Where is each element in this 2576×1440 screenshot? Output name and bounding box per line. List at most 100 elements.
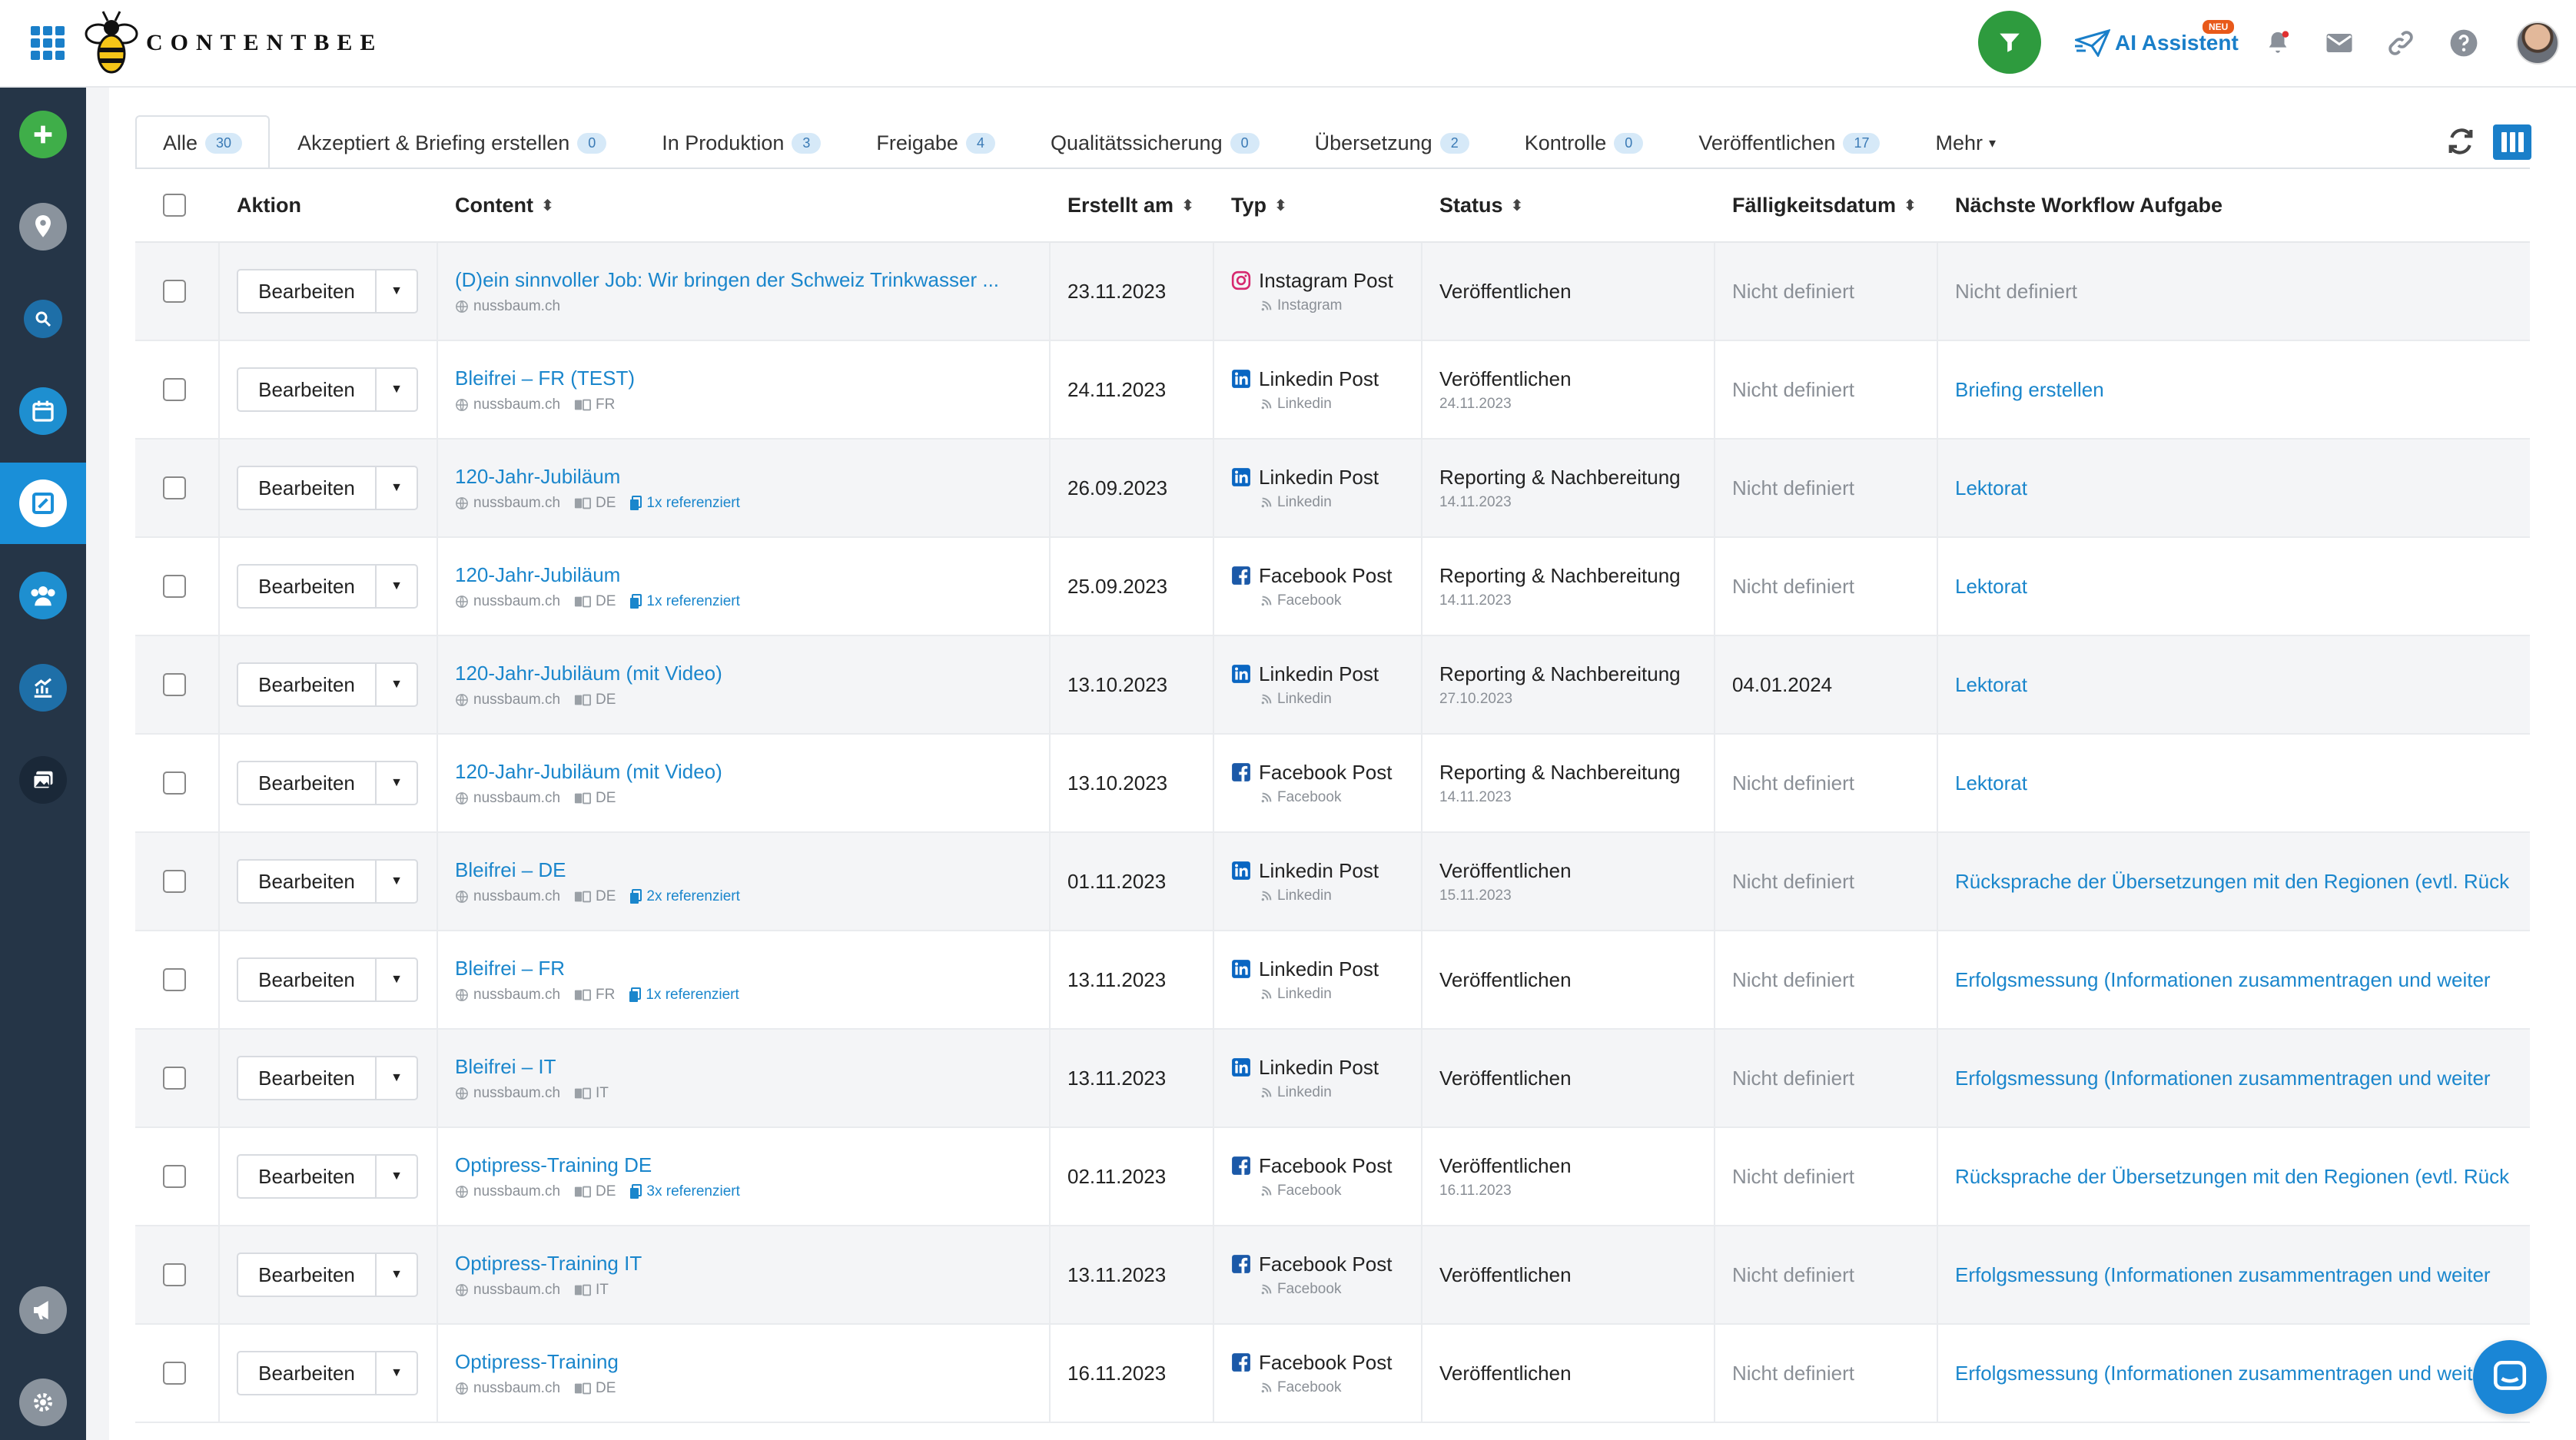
tab-7[interactable]: Veröffentlichen 17: [1671, 115, 1907, 169]
content-title-link[interactable]: 120-Jahr-Jubiläum (mit Video): [455, 662, 1049, 685]
edit-button[interactable]: Bearbeiten: [238, 1057, 377, 1099]
edit-button[interactable]: Bearbeiten: [238, 566, 377, 607]
content-title-link[interactable]: Bleifrei – IT: [455, 1055, 1049, 1079]
row-checkbox[interactable]: [163, 771, 186, 795]
sidebar-item-media[interactable]: [0, 739, 86, 821]
tab-3[interactable]: Freigabe 4: [848, 115, 1023, 169]
select-all-checkbox[interactable]: [163, 194, 186, 217]
edit-button[interactable]: Bearbeiten: [238, 1352, 377, 1394]
sidebar-item-announcements[interactable]: [0, 1269, 86, 1351]
content-title-link[interactable]: 120-Jahr-Jubiläum: [455, 563, 1049, 587]
row-checkbox[interactable]: [163, 1362, 186, 1385]
edit-button[interactable]: Bearbeiten: [238, 369, 377, 410]
help-button[interactable]: [2448, 28, 2479, 58]
reference-link[interactable]: 1x referenziert: [629, 495, 740, 512]
next-task-link[interactable]: Erfolgsmessung (Informationen zusammentr…: [1955, 1067, 2530, 1090]
next-task-link[interactable]: Rücksprache der Übersetzungen mit den Re…: [1955, 870, 2530, 894]
content-title-link[interactable]: 120-Jahr-Jubiläum: [455, 465, 1049, 489]
sidebar-item-settings[interactable]: [0, 1362, 86, 1440]
caret-down-icon[interactable]: ▼: [377, 566, 417, 607]
content-title-link[interactable]: Bleifrei – FR (TEST): [455, 367, 1049, 390]
content-title-link[interactable]: Optipress-Training: [455, 1350, 1049, 1374]
caret-down-icon[interactable]: ▼: [377, 467, 417, 509]
row-checkbox[interactable]: [163, 1165, 186, 1188]
caret-down-icon[interactable]: ▼: [377, 1352, 417, 1394]
columns-button[interactable]: [2493, 124, 2531, 160]
row-checkbox[interactable]: [163, 673, 186, 696]
caret-down-icon[interactable]: ▼: [377, 1254, 417, 1296]
edit-button[interactable]: Bearbeiten: [238, 467, 377, 509]
next-task-link[interactable]: Lektorat: [1955, 476, 2530, 500]
content-title-link[interactable]: (D)ein sinnvoller Job: Wir bringen der S…: [455, 268, 1049, 292]
user-avatar[interactable]: [2516, 22, 2559, 65]
next-task-link[interactable]: Rücksprache der Übersetzungen mit den Re…: [1955, 1165, 2530, 1189]
row-checkbox[interactable]: [163, 1067, 186, 1090]
links-button[interactable]: [2385, 28, 2416, 58]
caret-down-icon[interactable]: ▼: [377, 664, 417, 705]
reference-link[interactable]: 3x referenziert: [629, 1183, 740, 1200]
sidebar-item-content[interactable]: [0, 463, 86, 544]
notifications-button[interactable]: [2262, 28, 2293, 58]
messages-button[interactable]: [2324, 28, 2355, 58]
next-task-link[interactable]: Erfolgsmessung (Informationen zusammentr…: [1955, 1362, 2530, 1385]
tab-1[interactable]: Akzeptiert & Briefing erstellen 0: [270, 115, 634, 169]
next-task-link[interactable]: Lektorat: [1955, 575, 2530, 599]
reference-link[interactable]: 1x referenziert: [629, 987, 739, 1004]
row-checkbox[interactable]: [163, 968, 186, 991]
chat-button[interactable]: [2473, 1340, 2547, 1414]
caret-down-icon[interactable]: ▼: [377, 1057, 417, 1099]
edit-button[interactable]: Bearbeiten: [238, 762, 377, 804]
caret-down-icon[interactable]: ▼: [377, 762, 417, 804]
column-content[interactable]: Content ⬍: [438, 194, 1051, 217]
next-task-link[interactable]: Erfolgsmessung (Informationen zusammentr…: [1955, 1263, 2530, 1287]
tab-8[interactable]: Mehr ▾: [1907, 115, 2023, 169]
tab-6[interactable]: Kontrolle 0: [1497, 115, 1671, 169]
edit-button[interactable]: Bearbeiten: [238, 861, 377, 902]
row-checkbox[interactable]: [163, 870, 186, 893]
caret-down-icon[interactable]: ▼: [377, 270, 417, 312]
next-task-link[interactable]: Erfolgsmessung (Informationen zusammentr…: [1955, 968, 2530, 992]
sidebar-item-calendar[interactable]: [0, 370, 86, 452]
logo[interactable]: CONTENTBEE: [81, 8, 383, 78]
row-checkbox[interactable]: [163, 280, 186, 303]
content-title-link[interactable]: Bleifrei – DE: [455, 858, 1049, 882]
caret-down-icon[interactable]: ▼: [377, 1156, 417, 1197]
next-task-link[interactable]: Lektorat: [1955, 771, 2530, 795]
sidebar-item-search[interactable]: [0, 278, 86, 360]
content-title-link[interactable]: Bleifrei – FR: [455, 957, 1049, 980]
sidebar-item-analytics[interactable]: [0, 647, 86, 728]
tab-0[interactable]: Alle 30: [135, 115, 271, 169]
edit-button[interactable]: Bearbeiten: [238, 959, 377, 1000]
content-title-link[interactable]: Optipress-Training IT: [455, 1252, 1049, 1276]
reference-link[interactable]: 1x referenziert: [629, 593, 740, 610]
caret-down-icon[interactable]: ▼: [377, 369, 417, 410]
sidebar-item-add[interactable]: [0, 94, 86, 175]
edit-button[interactable]: Bearbeiten: [238, 270, 377, 312]
row-checkbox[interactable]: [163, 476, 186, 499]
column-created[interactable]: Erstellt am ⬍: [1051, 194, 1214, 217]
content-title-link[interactable]: 120-Jahr-Jubiläum (mit Video): [455, 760, 1049, 784]
caret-down-icon[interactable]: ▼: [377, 959, 417, 1000]
row-checkbox[interactable]: [163, 378, 186, 401]
next-task-link[interactable]: Lektorat: [1955, 673, 2530, 697]
content-title-link[interactable]: Optipress-Training DE: [455, 1153, 1049, 1177]
edit-button[interactable]: Bearbeiten: [238, 1156, 377, 1197]
tab-5[interactable]: Übersetzung 2: [1287, 115, 1497, 169]
filter-button[interactable]: [1978, 11, 2041, 74]
apps-grid-icon[interactable]: [31, 26, 65, 60]
caret-down-icon[interactable]: ▼: [377, 861, 417, 902]
tab-4[interactable]: Qualitätssicherung 0: [1023, 115, 1287, 169]
column-type[interactable]: Typ ⬍: [1214, 194, 1422, 217]
sidebar-item-team[interactable]: [0, 555, 86, 636]
edit-button[interactable]: Bearbeiten: [238, 1254, 377, 1296]
sidebar-item-location[interactable]: [0, 186, 86, 267]
row-checkbox[interactable]: [163, 575, 186, 598]
refresh-button[interactable]: [2445, 126, 2476, 157]
row-checkbox[interactable]: [163, 1263, 186, 1286]
tab-2[interactable]: In Produktion 3: [634, 115, 848, 169]
edit-button[interactable]: Bearbeiten: [238, 664, 377, 705]
reference-link[interactable]: 2x referenziert: [629, 888, 740, 905]
next-task-link[interactable]: Briefing erstellen: [1955, 378, 2530, 402]
column-due[interactable]: Fälligkeitsdatum ⬍: [1715, 194, 1938, 217]
column-status[interactable]: Status ⬍: [1422, 194, 1715, 217]
